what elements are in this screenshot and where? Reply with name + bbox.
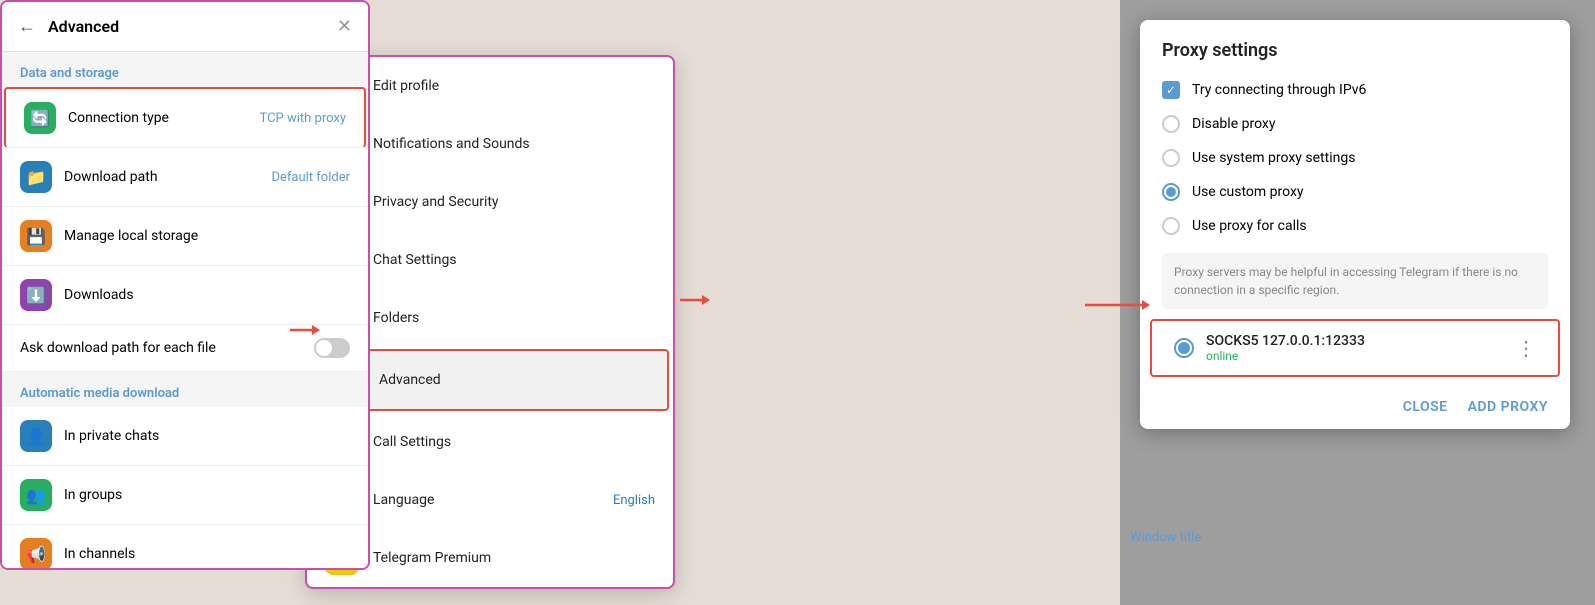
language-value: English: [613, 493, 655, 508]
arrow-settings-to-advanced: [290, 320, 320, 344]
close-button[interactable]: ✕: [337, 16, 352, 37]
disable-proxy-radio[interactable]: [1162, 115, 1180, 133]
privacy-label: Privacy and Security: [373, 194, 655, 210]
back-button[interactable]: ←: [18, 16, 36, 37]
proxy-option-disable[interactable]: Disable proxy: [1140, 107, 1570, 141]
proxy-server-item[interactable]: SOCKS5 127.0.0.1:12333 online ⋮: [1150, 319, 1560, 377]
advanced-label: Advanced: [379, 372, 649, 388]
manage-storage-label: Manage local storage: [64, 228, 350, 244]
bg-panel-content: [1120, 0, 1595, 20]
adv-item-downloads[interactable]: ⬇️ Downloads: [2, 266, 368, 325]
custom-proxy-radio[interactable]: [1162, 183, 1180, 201]
window-title-label: Window title: [1130, 530, 1201, 545]
proxy-option-calls[interactable]: Use proxy for calls: [1140, 209, 1570, 243]
add-proxy-button[interactable]: Add proxy: [1468, 399, 1548, 415]
proxy-server-menu-button[interactable]: ⋮: [1516, 336, 1536, 360]
proxy-option-ipv6[interactable]: ✓ Try connecting through IPv6: [1140, 73, 1570, 107]
telegram-premium-label: Telegram Premium: [373, 550, 655, 566]
connection-type-icon: 🔄: [24, 102, 56, 134]
adv-item-connection-type[interactable]: 🔄 Connection type TCP with proxy: [4, 87, 366, 148]
disable-proxy-label: Disable proxy: [1192, 116, 1275, 132]
chat-settings-label: Chat Settings: [373, 252, 655, 268]
channels-icon: 📢: [20, 538, 52, 568]
arrow-advanced-to-panel: [680, 290, 710, 314]
channels-label: In channels: [64, 546, 350, 562]
auto-media-section-header: Automatic media download: [2, 372, 368, 407]
proxy-settings-panel: Proxy settings ✓ Try connecting through …: [1140, 20, 1570, 429]
proxy-option-system[interactable]: Use system proxy settings: [1140, 141, 1570, 175]
downloads-label: Downloads: [64, 287, 350, 303]
server-radio[interactable]: [1174, 338, 1194, 358]
call-settings-label: Call Settings: [373, 434, 655, 450]
system-proxy-radio[interactable]: [1162, 149, 1180, 167]
private-chats-label: In private chats: [64, 428, 350, 444]
downloads-icon: ⬇️: [20, 279, 52, 311]
proxy-hint: Proxy servers may be helpful in accessin…: [1162, 253, 1548, 309]
proxy-option-custom[interactable]: Use custom proxy: [1140, 175, 1570, 209]
language-label: Language: [373, 492, 599, 508]
proxy-footer: Close Add proxy: [1140, 385, 1570, 429]
custom-proxy-label: Use custom proxy: [1192, 184, 1304, 200]
download-path-icon: 📁: [20, 161, 52, 193]
system-proxy-label: Use system proxy settings: [1192, 150, 1355, 166]
proxy-calls-checkbox[interactable]: [1162, 217, 1180, 235]
adv-item-groups[interactable]: 👥 In groups: [2, 466, 368, 525]
data-storage-section-header: Data and storage: [2, 52, 368, 87]
proxy-server-status: online: [1206, 349, 1504, 363]
adv-item-manage-storage[interactable]: 💾 Manage local storage: [2, 207, 368, 266]
proxy-calls-label: Use proxy for calls: [1192, 218, 1307, 234]
private-chats-icon: 👤: [20, 420, 52, 452]
advanced-header: ← Advanced ✕: [2, 2, 368, 52]
advanced-panel: ← Advanced ✕ Data and storage 🔄 Connecti…: [0, 0, 370, 570]
download-path-value: Default folder: [271, 170, 350, 185]
advanced-body: Data and storage 🔄 Connection type TCP w…: [2, 52, 368, 568]
ipv6-checkbox[interactable]: ✓: [1162, 81, 1180, 99]
adv-item-download-path[interactable]: 📁 Download path Default folder: [2, 148, 368, 207]
adv-item-private-chats[interactable]: 👤 In private chats: [2, 407, 368, 466]
groups-icon: 👥: [20, 479, 52, 511]
manage-storage-icon: 💾: [20, 220, 52, 252]
edit-profile-label: Edit profile: [373, 78, 655, 94]
notifications-label: Notifications and Sounds: [373, 136, 655, 152]
ipv6-label: Try connecting through IPv6: [1192, 82, 1366, 98]
connection-type-label: Connection type: [68, 110, 248, 126]
arrow-connection-to-proxy: [1085, 295, 1150, 319]
proxy-server-name: SOCKS5 127.0.0.1:12333: [1206, 333, 1504, 349]
download-path-label: Download path: [64, 169, 259, 185]
groups-label: In groups: [64, 487, 350, 503]
close-proxy-button[interactable]: Close: [1403, 399, 1448, 415]
folders-label: Folders: [373, 310, 655, 326]
connection-type-value: TCP with proxy: [260, 111, 347, 126]
advanced-title: Advanced: [48, 17, 325, 36]
ask-download-label: Ask download path for each file: [20, 340, 302, 356]
proxy-settings-title: Proxy settings: [1140, 20, 1570, 73]
adv-item-channels[interactable]: 📢 In channels: [2, 525, 368, 568]
proxy-server-info: SOCKS5 127.0.0.1:12333 online: [1206, 333, 1504, 363]
